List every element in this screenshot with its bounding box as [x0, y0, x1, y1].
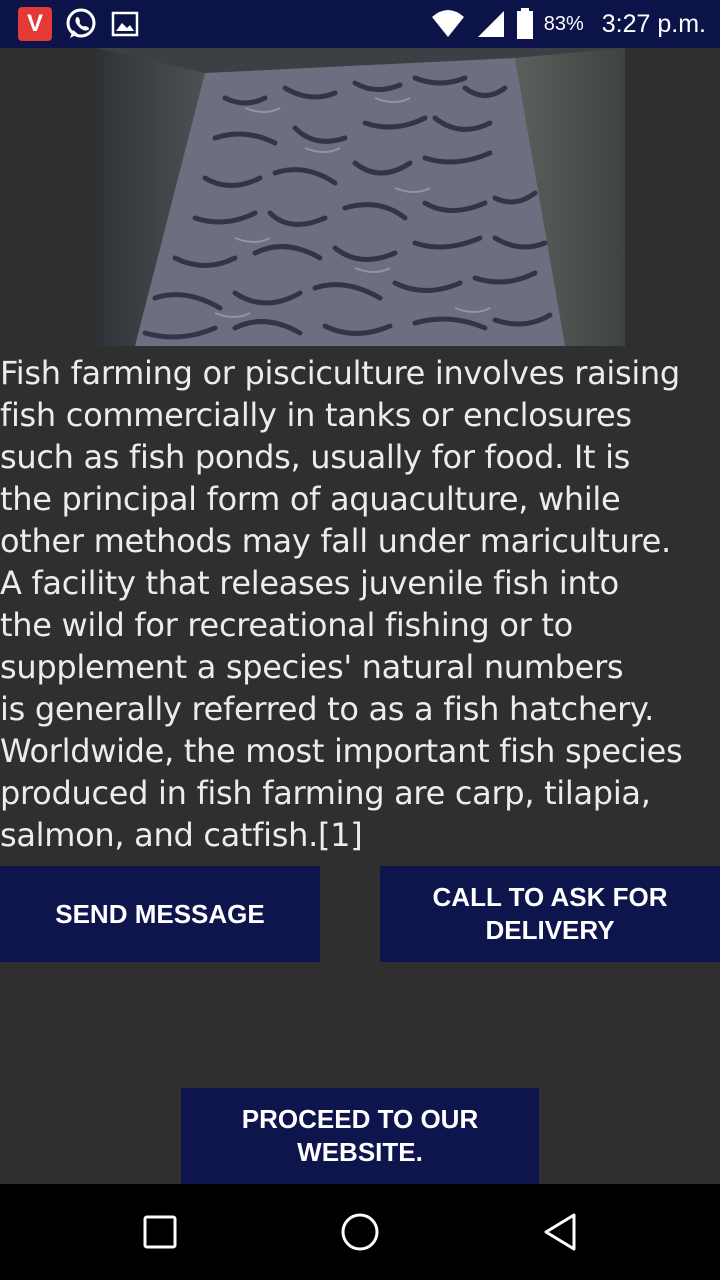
navigation-bar	[0, 1184, 720, 1280]
recent-apps-button[interactable]	[100, 1184, 220, 1280]
circle-icon	[341, 1213, 379, 1251]
clock: 3:27 p.m.	[601, 9, 706, 38]
battery-percent: 83%	[543, 12, 584, 35]
back-button[interactable]	[500, 1184, 620, 1280]
call-delivery-button[interactable]: CALL TO ASK FOR DELIVERY	[380, 866, 720, 962]
description-line: the principal form of aquaculture, while	[0, 480, 621, 518]
description-line: fish commercially in tanks or enclosures	[0, 396, 632, 434]
description-text: Fish farming or pisciculture involves ra…	[0, 352, 720, 856]
home-button[interactable]	[300, 1184, 420, 1280]
description-line: such as fish ponds, usually for food. It…	[0, 438, 631, 476]
description-line: salmon, and catfish.[1]	[0, 816, 363, 854]
description-line: produced in fish farming are carp, tilap…	[0, 774, 651, 812]
vidmate-icon: V	[18, 7, 52, 41]
description-line: supplement a species' natural numbers	[0, 648, 624, 686]
fish-tank-image	[95, 48, 625, 346]
description-line: is generally referred to as a fish hatch…	[0, 690, 654, 728]
description-line: Fish farming or pisciculture involves ra…	[0, 354, 680, 392]
send-message-button[interactable]: SEND MESSAGE	[0, 866, 320, 962]
description-line: the wild for recreational fishing or to	[0, 606, 573, 644]
square-icon	[143, 1215, 177, 1249]
whatsapp-icon	[64, 7, 98, 41]
description-line: A facility that releases juvenile fish i…	[0, 564, 619, 602]
battery-icon	[516, 8, 534, 40]
status-bar: V 83% 3:27 p.m.	[0, 0, 720, 48]
proceed-website-button[interactable]: PROCEED TO OUR WEBSITE.	[181, 1088, 539, 1184]
back-triangle-icon	[544, 1213, 576, 1251]
description-line: other methods may fall under mariculture…	[0, 522, 671, 560]
signal-icon	[476, 9, 506, 39]
wifi-icon	[430, 9, 466, 39]
image-icon	[110, 9, 140, 39]
description-line: Worldwide, the most important fish speci…	[0, 732, 683, 770]
